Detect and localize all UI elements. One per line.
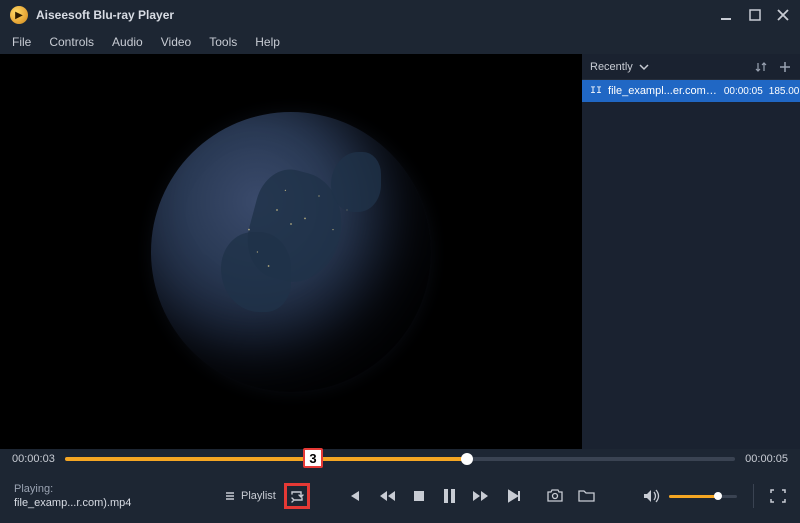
app-title: Aiseesoft Blu-ray Player (36, 8, 174, 22)
time-current: 00:00:03 (12, 453, 55, 465)
menubar: File Controls Audio Video Tools Help (0, 30, 800, 54)
menu-help[interactable]: Help (255, 35, 280, 49)
now-playing-file: file_examp...r.com).mp4 (14, 496, 164, 510)
minimize-button[interactable] (720, 8, 734, 22)
sidebar-label[interactable]: Recently (590, 61, 633, 73)
close-button[interactable] (776, 8, 790, 22)
playlist-item-size: 185.00 KB (769, 86, 800, 97)
seek-row: 00:00:03 00:00:05 (0, 449, 800, 469)
titlebar: ▶ Aiseesoft Blu-ray Player (0, 0, 800, 30)
maximize-button[interactable] (748, 8, 762, 22)
open-file-button[interactable] (578, 489, 596, 503)
playlist-item-duration: 00:00:05 (724, 86, 763, 97)
seek-thumb[interactable] (461, 453, 473, 465)
playlist-button-label: Playlist (241, 490, 276, 502)
time-total: 00:00:05 (745, 453, 788, 465)
now-playing-label: Playing: (14, 482, 164, 496)
chevron-down-icon[interactable] (639, 62, 649, 72)
volume-bar[interactable] (669, 495, 737, 498)
playlist-item-status: II (590, 86, 602, 97)
menu-audio[interactable]: Audio (112, 35, 143, 49)
bottom-bar: 00:00:03 00:00:05 Playing: file_examp...… (0, 449, 800, 523)
prev-button[interactable] (346, 488, 362, 504)
sort-icon[interactable] (755, 61, 767, 73)
video-area[interactable] (0, 54, 582, 449)
annotation-step-badge: 3 (303, 448, 323, 468)
controls-row: Playing: file_examp...r.com).mp4 Playlis… (0, 469, 800, 523)
content-area: Recently II file_exampl...er.com).mp4 00… (0, 54, 800, 449)
volume-fill (669, 495, 718, 498)
seek-bar[interactable] (65, 457, 735, 461)
playlist-sidebar: Recently II file_exampl...er.com).mp4 00… (582, 54, 800, 449)
playlist-button[interactable]: Playlist (224, 490, 276, 502)
menu-controls[interactable]: Controls (49, 35, 94, 49)
snapshot-button[interactable] (546, 489, 564, 503)
now-playing: Playing: file_examp...r.com).mp4 (14, 482, 164, 511)
volume-cluster (643, 484, 786, 508)
loop-button[interactable] (284, 483, 310, 509)
seek-fill (65, 457, 467, 461)
menu-video[interactable]: Video (161, 35, 191, 49)
pause-button[interactable] (442, 488, 456, 504)
menu-tools[interactable]: Tools (209, 35, 237, 49)
stop-button[interactable] (412, 489, 426, 503)
list-icon (224, 490, 236, 502)
forward-button[interactable] (472, 488, 490, 504)
next-button[interactable] (506, 488, 522, 504)
video-frame-earth (151, 112, 431, 392)
right-tools (546, 489, 596, 503)
playlist-item[interactable]: II file_exampl...er.com).mp4 00:00:05 18… (582, 80, 800, 102)
menu-file[interactable]: File (12, 35, 31, 49)
transport-controls (346, 488, 522, 504)
rewind-button[interactable] (378, 488, 396, 504)
app-logo-icon: ▶ (10, 6, 28, 24)
fullscreen-button[interactable] (770, 489, 786, 503)
window-controls (720, 8, 790, 22)
playlist-item-name: file_exampl...er.com).mp4 (608, 85, 718, 97)
divider (753, 484, 754, 508)
sidebar-header: Recently (582, 54, 800, 80)
volume-icon[interactable] (643, 488, 661, 504)
add-icon[interactable] (779, 61, 791, 73)
volume-thumb[interactable] (714, 492, 722, 500)
